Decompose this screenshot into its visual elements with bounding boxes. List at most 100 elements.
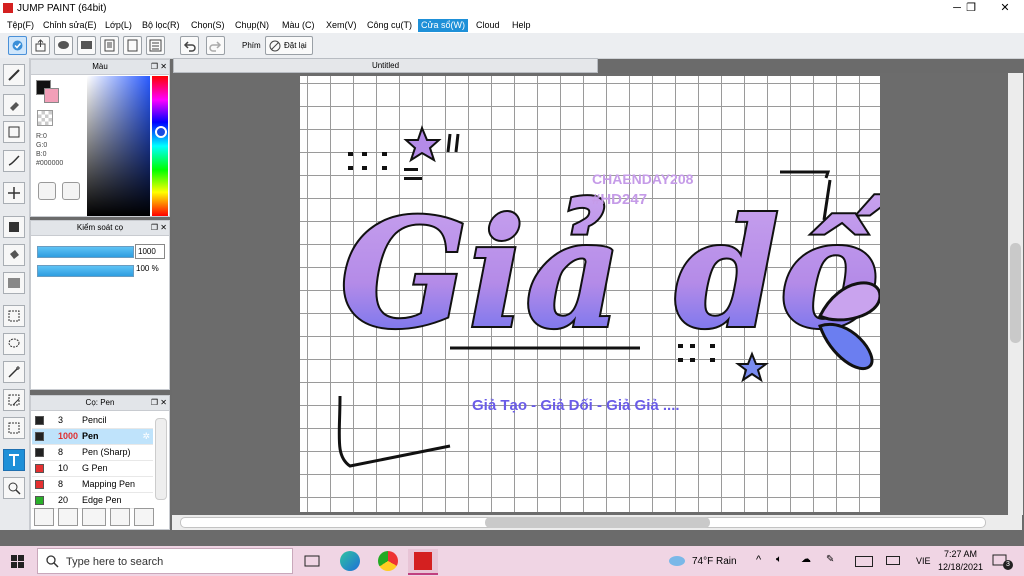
- chevron-up-icon[interactable]: ^: [756, 554, 761, 566]
- document-tab[interactable]: Untitled: [173, 58, 598, 73]
- watermark-line1: CHAENDAY208: [592, 171, 694, 187]
- menu-view[interactable]: Xem(V): [323, 19, 360, 32]
- keyboard-icon[interactable]: [855, 556, 873, 567]
- lasso-tool-icon[interactable]: [3, 333, 25, 355]
- opacity-slider[interactable]: [37, 265, 134, 277]
- windows-start-icon[interactable]: [11, 555, 24, 568]
- maximize-button[interactable]: ❐: [954, 0, 988, 17]
- brush-actions: [34, 508, 164, 526]
- jump-paint-taskbar-icon[interactable]: [408, 549, 438, 575]
- brush-stroke-icon[interactable]: [3, 150, 25, 172]
- brush-scrollbar[interactable]: [155, 418, 167, 500]
- eraser-tool-icon[interactable]: [3, 94, 25, 116]
- background-color-swatch[interactable]: [44, 88, 59, 103]
- bucket-tool-icon[interactable]: [3, 244, 25, 266]
- drawing-canvas[interactable]: Giả dối CHAENDAY208 #HD247 Giả Tạo - Giả…: [300, 76, 880, 512]
- hex-value: #000000: [36, 160, 64, 167]
- cloud-icon[interactable]: ☁︎: [801, 554, 811, 565]
- gradient-tool-icon[interactable]: [3, 272, 25, 294]
- brush-item-pen-sharp[interactable]: 8 Pen (Sharp): [32, 445, 153, 461]
- folder-icon[interactable]: [134, 508, 154, 526]
- panel-controls-icon[interactable]: ❐ ✕: [151, 398, 167, 408]
- comment-icon[interactable]: [54, 36, 73, 55]
- size-input[interactable]: 1000: [135, 244, 165, 259]
- chat-icon[interactable]: [77, 36, 96, 55]
- menu-color[interactable]: Màu (C): [279, 19, 318, 32]
- key-label: Phím: [242, 41, 261, 50]
- text-tool-icon[interactable]: [3, 449, 25, 471]
- panel-controls-icon[interactable]: ❐ ✕: [151, 62, 167, 72]
- task-view-icon[interactable]: [304, 554, 320, 568]
- vertical-scroll-thumb[interactable]: [1010, 243, 1021, 343]
- pen-icon[interactable]: ✎︎: [826, 554, 834, 565]
- horizontal-scrollbar[interactable]: [172, 515, 1022, 530]
- list-settings-icon[interactable]: [146, 36, 165, 55]
- brush-settings-icon[interactable]: [34, 508, 54, 526]
- chrome-icon[interactable]: [378, 551, 398, 571]
- title-bar: JUMP PAINT (64bit) ─ ❐ ✕: [0, 0, 1024, 17]
- transparent-swatch[interactable]: [37, 110, 53, 126]
- document-icon[interactable]: [100, 36, 119, 55]
- cloud-sync-icon[interactable]: [8, 36, 27, 55]
- select-eraser-icon[interactable]: [3, 417, 25, 439]
- export-icon[interactable]: [31, 36, 50, 55]
- weather-text[interactable]: 74°F Rain: [692, 556, 737, 567]
- brush-item-pen[interactable]: 1000 Pen ✲: [32, 429, 153, 445]
- speaker-icon[interactable]: 🔈︎: [776, 554, 782, 565]
- notification-count-badge: 3: [1003, 560, 1013, 570]
- brush-menu-icon[interactable]: [82, 508, 106, 526]
- page-icon[interactable]: [123, 36, 142, 55]
- display-icon[interactable]: [886, 556, 900, 567]
- menu-select[interactable]: Chọn(S): [188, 19, 228, 32]
- move-tool-icon[interactable]: [3, 182, 25, 204]
- brush-item-pencil[interactable]: 3 Pencil: [32, 413, 153, 429]
- copy-brush-icon[interactable]: [110, 508, 130, 526]
- main-lettering: Giả dối: [340, 186, 880, 362]
- menu-edit[interactable]: Chỉnh sửa(E): [40, 19, 100, 32]
- menu-filter[interactable]: Bộ lọc(R): [139, 19, 183, 32]
- reset-button[interactable]: Đặt lại: [265, 36, 313, 55]
- brush-item-edge-pen[interactable]: 20 Edge Pen: [32, 493, 153, 509]
- undo-button[interactable]: [180, 36, 199, 55]
- palette-icon[interactable]: [38, 182, 56, 200]
- menu-tools[interactable]: Công cụ(T): [364, 19, 415, 32]
- star-icon: [403, 125, 442, 163]
- weather-icon: [669, 556, 685, 566]
- clock-date[interactable]: 12/18/2021: [938, 562, 983, 572]
- pen-tool-icon[interactable]: [3, 64, 25, 86]
- rectangle-tool-icon[interactable]: [3, 121, 25, 143]
- brush-item-g-pen[interactable]: 10 G Pen: [32, 461, 153, 477]
- menu-capture[interactable]: Chụp(N): [232, 19, 272, 32]
- language-indicator[interactable]: VIE: [916, 556, 931, 566]
- size-slider[interactable]: [37, 246, 134, 258]
- select-rect-icon[interactable]: [3, 305, 25, 327]
- menu-layer[interactable]: Lớp(L): [102, 19, 135, 32]
- fill-rect-icon[interactable]: [3, 216, 25, 238]
- menu-window[interactable]: Cửa sổ(W): [418, 19, 469, 32]
- hue-handle[interactable]: [155, 126, 167, 138]
- menu-cloud[interactable]: Cloud: [473, 19, 503, 32]
- zoom-tool-icon[interactable]: [3, 477, 25, 499]
- edge-browser-icon[interactable]: [340, 551, 360, 571]
- redo-button[interactable]: [206, 36, 225, 55]
- brush-list: 3 Pencil 1000 Pen ✲ 8 Pen (Sharp) 10 G Pen 8M…: [32, 413, 153, 509]
- panel-controls-icon[interactable]: ❐ ✕: [151, 223, 167, 233]
- color-panel-title: Màu: [92, 62, 108, 71]
- horizontal-scroll-thumb[interactable]: [485, 517, 710, 528]
- close-button[interactable]: ✕: [988, 0, 1022, 17]
- saturation-value-picker[interactable]: [87, 76, 150, 216]
- new-brush-icon[interactable]: [58, 508, 78, 526]
- reset-label: Đặt lại: [284, 41, 307, 50]
- menu-file[interactable]: Tệp(F): [4, 19, 37, 32]
- magic-wand-icon[interactable]: [3, 361, 25, 383]
- brush-item-mapping-pen[interactable]: 8 Mapping Pen: [32, 477, 153, 493]
- gear-icon[interactable]: ✲: [142, 429, 150, 444]
- select-pen-icon[interactable]: [3, 389, 25, 411]
- menu-help[interactable]: Help: [509, 19, 534, 32]
- taskbar-search-box[interactable]: Type here to search: [37, 548, 293, 574]
- vertical-scrollbar[interactable]: [1008, 73, 1023, 515]
- eyedropper-icon[interactable]: [62, 182, 80, 200]
- hue-slider[interactable]: [152, 76, 168, 216]
- clock-time[interactable]: 7:27 AM: [944, 549, 977, 559]
- brush-panel-title: Cọ: Pen: [85, 398, 115, 407]
